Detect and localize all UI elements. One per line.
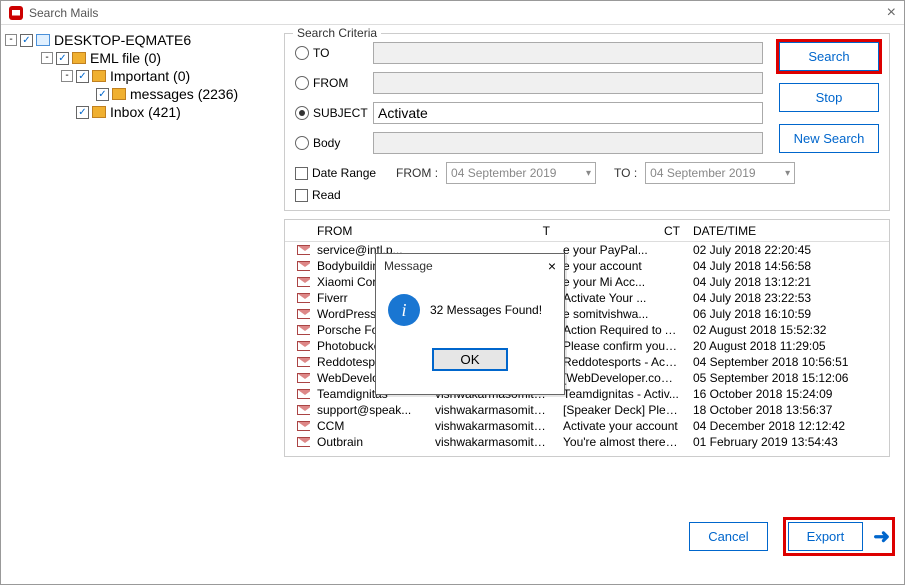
body-input[interactable] <box>373 132 763 154</box>
dialog-title: Message <box>384 259 433 273</box>
mail-icon <box>297 245 311 255</box>
to-input[interactable] <box>373 42 763 64</box>
tree-item[interactable]: -✓EML file (0) <box>5 49 272 67</box>
mail-icon <box>297 357 311 367</box>
checkbox[interactable]: ✓ <box>20 34 33 47</box>
dropdown-icon[interactable]: ▾ <box>586 168 591 179</box>
checkbox[interactable]: ✓ <box>56 52 69 65</box>
tree-item[interactable]: ✓Inbox (421) <box>5 103 272 121</box>
checkbox[interactable]: ✓ <box>76 106 89 119</box>
mail-icon <box>297 405 311 415</box>
new-search-button[interactable]: New Search <box>779 124 879 153</box>
mail-icon <box>297 341 311 351</box>
ok-button[interactable]: OK <box>432 348 507 371</box>
checkbox[interactable]: ✓ <box>76 70 89 83</box>
folder-tree: - ✓ DESKTOP-EQMATE6 -✓EML file (0)-✓Impo… <box>1 25 276 561</box>
info-icon: i <box>388 294 420 326</box>
folder-icon <box>112 88 126 100</box>
read-checkbox[interactable] <box>295 189 308 202</box>
date-from-input[interactable]: 04 September 2019 ▾ <box>446 162 596 184</box>
message-dialog: Message × i 32 Messages Found! OK <box>375 253 565 395</box>
date-range-checkbox[interactable] <box>295 167 308 180</box>
export-arrow-icon: ➜ <box>873 524 890 549</box>
computer-icon <box>36 34 50 46</box>
mail-icon <box>297 261 311 271</box>
table-row[interactable]: support@speak... vishwakarmasomit205... … <box>285 402 889 418</box>
mail-icon <box>297 373 311 383</box>
search-button[interactable]: Search <box>779 42 879 71</box>
table-header: FROM T CT DATE/TIME <box>285 220 889 242</box>
title-bar: Search Mails × <box>1 1 904 25</box>
radio-from[interactable] <box>295 76 309 90</box>
search-criteria-panel: Search Criteria TO FROM SUBJ <box>284 33 890 211</box>
tree-root[interactable]: - ✓ DESKTOP-EQMATE6 <box>5 31 272 49</box>
mail-icon <box>297 293 311 303</box>
dialog-message: 32 Messages Found! <box>430 303 542 317</box>
toggle-icon[interactable]: - <box>61 70 73 82</box>
mail-icon <box>297 277 311 287</box>
dropdown-icon[interactable]: ▾ <box>785 168 790 179</box>
mail-icon <box>297 389 311 399</box>
tree-item[interactable]: -✓Important (0) <box>5 67 272 85</box>
checkbox[interactable]: ✓ <box>96 88 109 101</box>
mail-icon <box>297 309 311 319</box>
close-icon[interactable]: × <box>887 4 896 22</box>
date-to-input[interactable]: 04 September 2019 ▾ <box>645 162 795 184</box>
cancel-button[interactable]: Cancel <box>689 522 767 551</box>
table-row[interactable]: CCM vishwakarmasomit205... Activate your… <box>285 418 889 434</box>
toggle-icon[interactable]: - <box>5 34 17 46</box>
folder-icon <box>92 70 106 82</box>
from-input[interactable] <box>373 72 763 94</box>
folder-icon <box>92 106 106 118</box>
stop-button[interactable]: Stop <box>779 83 879 112</box>
export-button[interactable]: Export <box>788 522 864 551</box>
folder-icon <box>72 52 86 64</box>
app-icon <box>9 6 23 20</box>
radio-to[interactable] <box>295 46 309 60</box>
radio-body[interactable] <box>295 136 309 150</box>
table-row[interactable]: Outbrain vishwakarmasomit205... You're a… <box>285 434 889 450</box>
radio-subject[interactable] <box>295 106 309 120</box>
tree-item[interactable]: ✓messages (2236) <box>5 85 272 103</box>
close-icon[interactable]: × <box>548 258 556 274</box>
toggle-icon[interactable]: - <box>41 52 53 64</box>
window-title: Search Mails <box>29 6 98 20</box>
subject-input[interactable] <box>373 102 763 124</box>
mail-icon <box>297 325 311 335</box>
mail-icon <box>297 437 311 447</box>
mail-icon <box>297 421 311 431</box>
